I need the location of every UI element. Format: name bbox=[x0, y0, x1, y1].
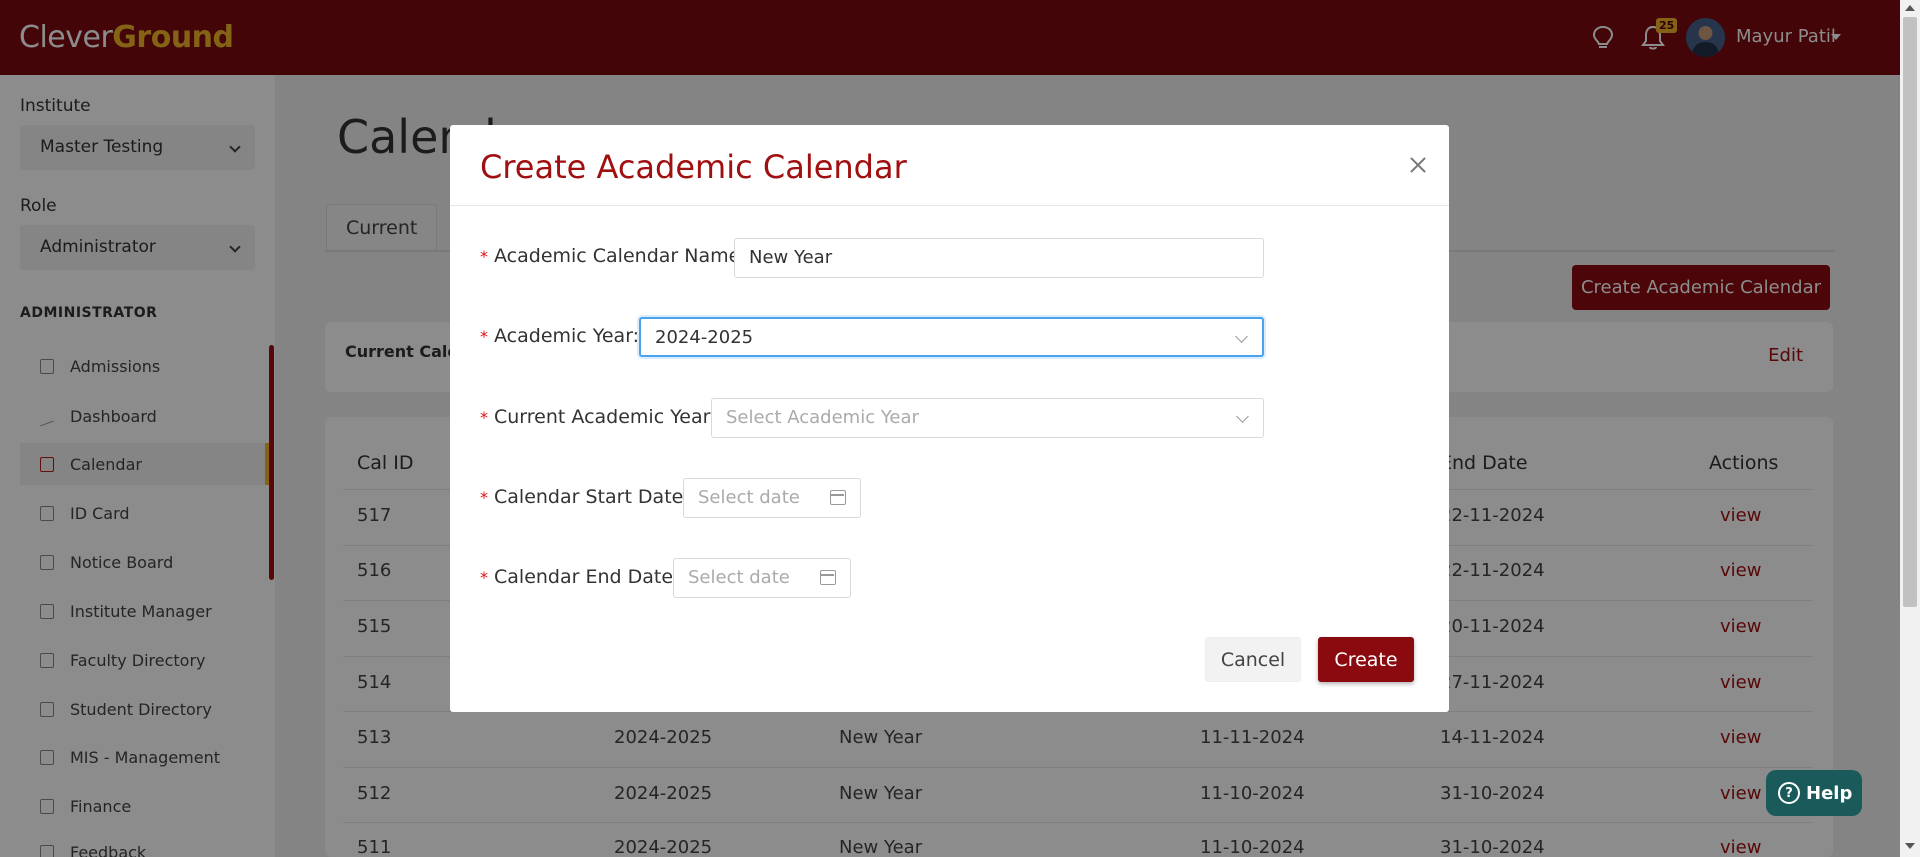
calendar-end-date-picker[interactable]: Select date bbox=[673, 558, 851, 598]
question-circle-icon: ? bbox=[1778, 782, 1800, 804]
academic-calendar-name-input[interactable]: New Year bbox=[734, 238, 1264, 278]
close-icon[interactable] bbox=[1406, 153, 1430, 177]
page-scrollbar-thumb[interactable] bbox=[1903, 17, 1917, 607]
required-asterisk: * bbox=[480, 568, 488, 587]
calendar-start-date-label: *Calendar Start Date: bbox=[480, 486, 690, 508]
chevron-down-icon bbox=[1235, 330, 1248, 343]
current-academic-year-label: *Current Academic Year: bbox=[480, 406, 716, 428]
calendar-end-date-label: *Calendar End Date: bbox=[480, 566, 679, 588]
chevron-down-icon bbox=[1236, 410, 1249, 423]
required-asterisk: * bbox=[480, 408, 488, 427]
required-asterisk: * bbox=[480, 488, 488, 507]
scroll-down-arrow-icon[interactable] bbox=[1905, 843, 1915, 849]
scroll-up-arrow-icon[interactable] bbox=[1905, 5, 1915, 11]
required-asterisk: * bbox=[480, 327, 488, 346]
required-asterisk: * bbox=[480, 247, 488, 266]
create-button[interactable]: Create bbox=[1318, 637, 1414, 682]
modal-header-divider bbox=[450, 205, 1449, 206]
calendar-icon bbox=[830, 490, 846, 505]
current-academic-year-select[interactable]: Select Academic Year bbox=[711, 398, 1264, 438]
modal-title: Create Academic Calendar bbox=[480, 148, 907, 186]
help-button[interactable]: ? Help bbox=[1766, 770, 1862, 816]
academic-year-select[interactable]: 2024-2025 bbox=[639, 317, 1264, 357]
academic-calendar-name-label: *Academic Calendar Name: bbox=[480, 245, 747, 267]
academic-year-label: * Academic Year: bbox=[480, 325, 640, 347]
create-academic-calendar-modal: Create Academic Calendar * Academic Calen… bbox=[450, 125, 1449, 712]
calendar-icon bbox=[820, 570, 836, 585]
cancel-button[interactable]: Cancel bbox=[1205, 637, 1301, 682]
calendar-start-date-picker[interactable]: Select date bbox=[683, 478, 861, 518]
